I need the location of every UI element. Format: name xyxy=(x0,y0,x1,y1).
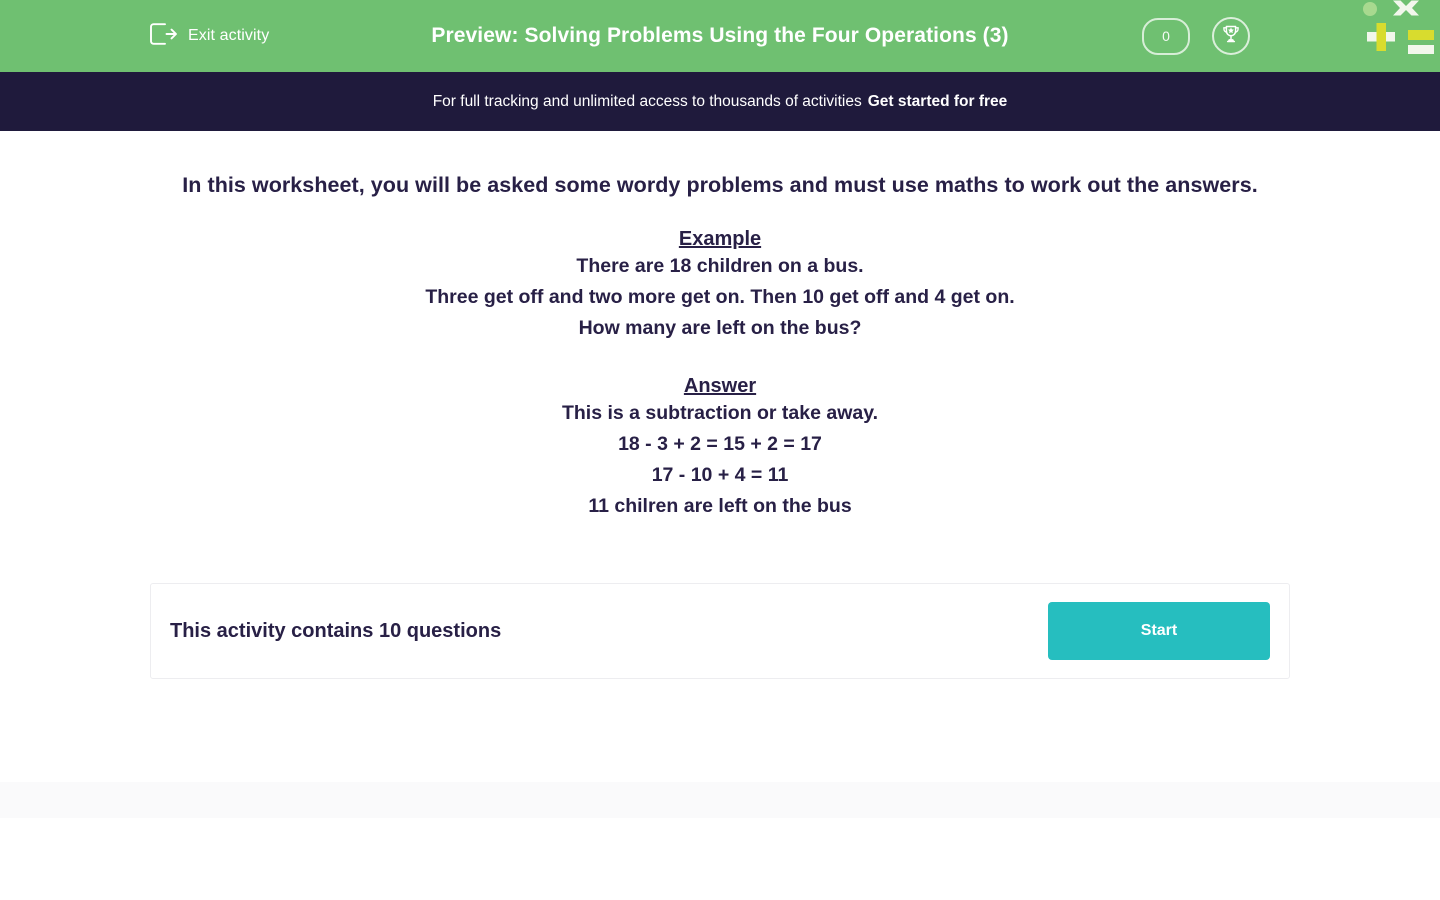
start-activity-card: This activity contains 10 questions Star… xyxy=(150,583,1290,679)
example-heading: Example xyxy=(678,228,762,250)
answer-line: 17 - 10 + 4 = 11 xyxy=(651,464,789,486)
worksheet-content: In this worksheet, you will be asked som… xyxy=(150,131,1290,522)
answer-block: Answer This is a subtraction or take awa… xyxy=(150,375,1290,522)
example-line: How many are left on the bus? xyxy=(578,317,862,339)
exit-activity-button[interactable]: Exit activity xyxy=(148,21,269,52)
math-symbols-logo xyxy=(1360,0,1440,56)
worksheet-intro: In this worksheet, you will be asked som… xyxy=(182,173,1258,197)
answer-heading: Answer xyxy=(683,375,757,397)
score-badge[interactable]: 0 xyxy=(1142,17,1190,55)
exit-arrow-icon xyxy=(148,21,178,52)
header-actions: 0 xyxy=(1142,17,1250,55)
footer-strip xyxy=(0,782,1440,818)
exit-activity-label: Exit activity xyxy=(188,27,270,44)
trophy-button[interactable] xyxy=(1212,17,1250,55)
answer-conclusion: 11 chilren are left on the bus xyxy=(150,491,1290,522)
example-line: Three get off and two more get on. Then … xyxy=(425,286,1015,308)
answer-line: This is a subtraction or take away. xyxy=(561,402,879,424)
answer-conclusion-value: 11 xyxy=(588,495,609,517)
promo-banner: For full tracking and unlimited access t… xyxy=(0,72,1440,131)
app-header: Exit activity Preview: Solving Problems … xyxy=(0,0,1440,72)
trophy-icon xyxy=(1220,23,1242,50)
example-line: There are 18 children on a bus. xyxy=(576,255,864,277)
answer-line: 18 - 3 + 2 = 15 + 2 = 17 xyxy=(618,433,822,455)
get-started-link[interactable]: Get started for free xyxy=(868,93,1008,111)
promo-text: For full tracking and unlimited access t… xyxy=(432,92,862,110)
start-button[interactable]: Start xyxy=(1048,602,1270,660)
question-count-label: This activity contains 10 questions xyxy=(170,619,502,642)
score-value: 0 xyxy=(1162,28,1170,44)
example-block: Example There are 18 children on a bus. … xyxy=(150,228,1290,344)
answer-conclusion-text: chilren are left on the bus xyxy=(608,495,852,517)
